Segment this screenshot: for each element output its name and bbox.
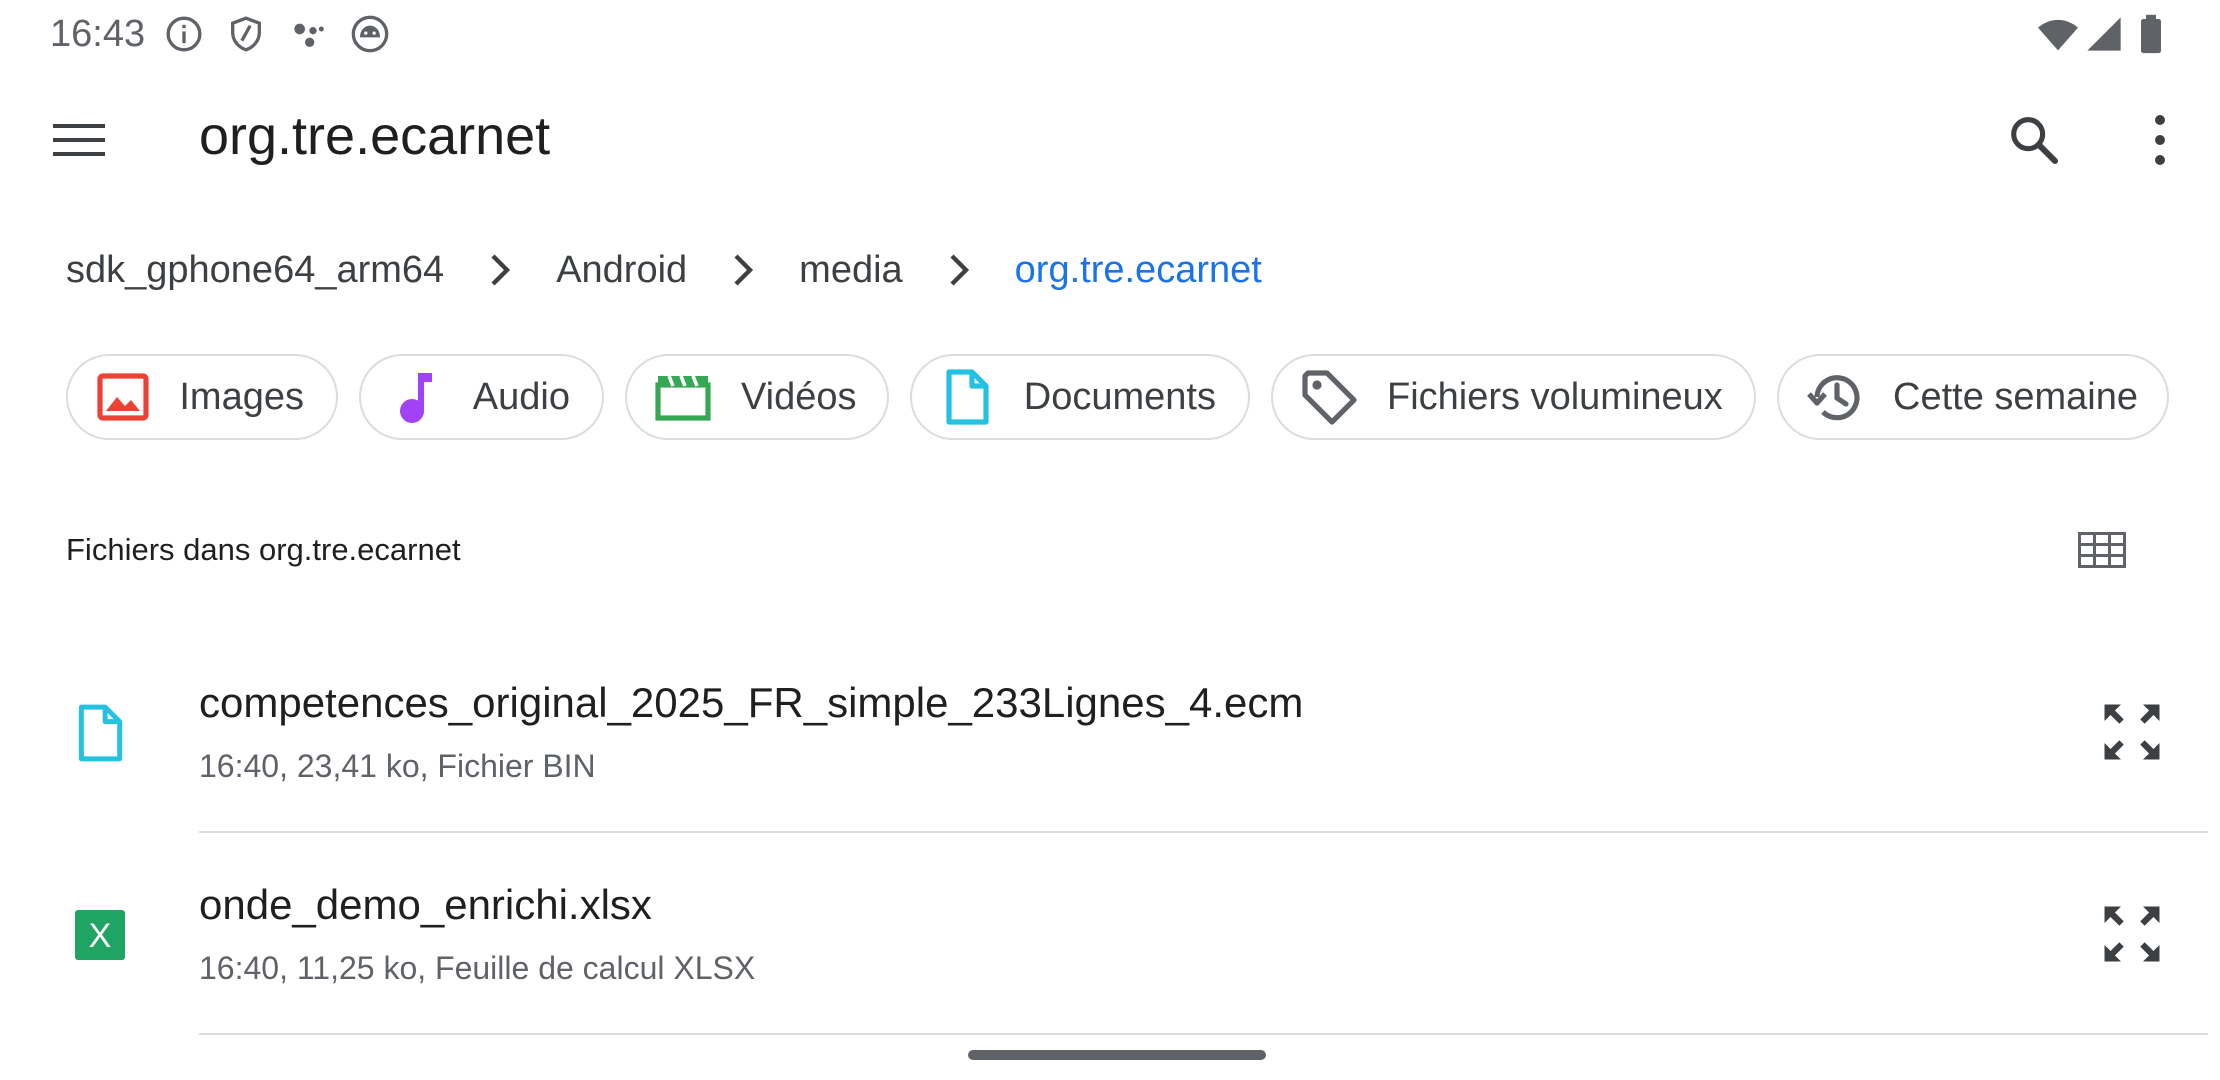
chip-this-week[interactable]: Cette semaine [1777, 354, 2169, 440]
chip-large-files[interactable]: Fichiers volumineux [1271, 354, 1756, 440]
more-options-button[interactable] [2120, 96, 2200, 184]
signal-icon [2084, 14, 2124, 54]
divider [199, 1033, 2208, 1035]
chip-videos[interactable]: Vidéos [625, 354, 889, 440]
breadcrumb-item-current[interactable]: org.tre.ecarnet [1015, 249, 1262, 292]
history-icon [1807, 369, 1863, 425]
chip-label: Vidéos [741, 375, 857, 418]
divider [199, 831, 2208, 833]
preview-button[interactable] [2092, 692, 2172, 772]
chip-documents[interactable]: Documents [910, 354, 1250, 440]
chip-audio[interactable]: Audio [359, 354, 604, 440]
assistant-dots-icon [288, 14, 328, 54]
preview-button[interactable] [2092, 894, 2172, 974]
menu-button[interactable] [40, 100, 120, 180]
chevron-right-icon [444, 252, 556, 288]
spreadsheet-icon-letter: X [89, 917, 112, 955]
expand-icon [2104, 906, 2160, 962]
document-icon [68, 697, 132, 769]
file-name: competences_original_2025_FR_simple_233L… [199, 679, 1304, 726]
breadcrumb-item-android[interactable]: Android [556, 249, 687, 292]
chevron-right-icon [687, 252, 799, 288]
status-time: 16:43 [50, 13, 146, 55]
grid-view-toggle[interactable] [2070, 520, 2134, 580]
list-item[interactable]: X onde_demo_enrichi.xlsx 16:40, 11,25 ko… [0, 834, 2220, 1036]
chip-label: Images [179, 375, 304, 418]
home-indicator[interactable] [968, 1050, 1266, 1060]
grid-view-icon [2078, 532, 2126, 568]
chip-label: Documents [1023, 375, 1216, 418]
breadcrumb-item-device[interactable]: sdk_gphone64_arm64 [66, 249, 444, 292]
info-icon [164, 14, 204, 54]
movie-clapper-icon [655, 369, 711, 425]
page-title: org.tre.ecarnet [199, 106, 551, 166]
spreadsheet-icon: X [68, 899, 132, 971]
tag-icon [1301, 369, 1357, 425]
chip-label: Audio [472, 375, 570, 418]
file-meta: 16:40, 23,41 ko, Fichier BIN [199, 748, 596, 784]
music-note-icon [389, 369, 443, 425]
chip-label: Fichiers volumineux [1387, 375, 1723, 418]
breadcrumb-item-media[interactable]: media [799, 249, 903, 292]
chip-label: Cette semaine [1893, 375, 2139, 418]
search-icon [2011, 117, 2059, 165]
shield-icon [226, 14, 266, 54]
section-title: Fichiers dans org.tre.ecarnet [66, 532, 461, 567]
hamburger-menu-icon [53, 124, 105, 156]
more-vert-icon [2155, 115, 2165, 165]
battery-icon [2136, 14, 2166, 54]
search-button[interactable] [1990, 96, 2078, 184]
file-meta: 16:40, 11,25 ko, Feuille de calcul XLSX [199, 950, 756, 986]
list-item[interactable]: competences_original_2025_FR_simple_233L… [0, 632, 2220, 834]
android-face-icon [350, 14, 390, 54]
document-icon [940, 369, 994, 425]
breadcrumb: sdk_gphone64_arm64 Android media org.tre… [66, 240, 1262, 300]
wifi-icon [2036, 14, 2080, 54]
chevron-right-icon [903, 252, 1015, 288]
file-name: onde_demo_enrichi.xlsx [199, 881, 652, 928]
image-icon [96, 369, 149, 425]
expand-icon [2104, 704, 2160, 760]
chip-images[interactable]: Images [66, 354, 338, 440]
